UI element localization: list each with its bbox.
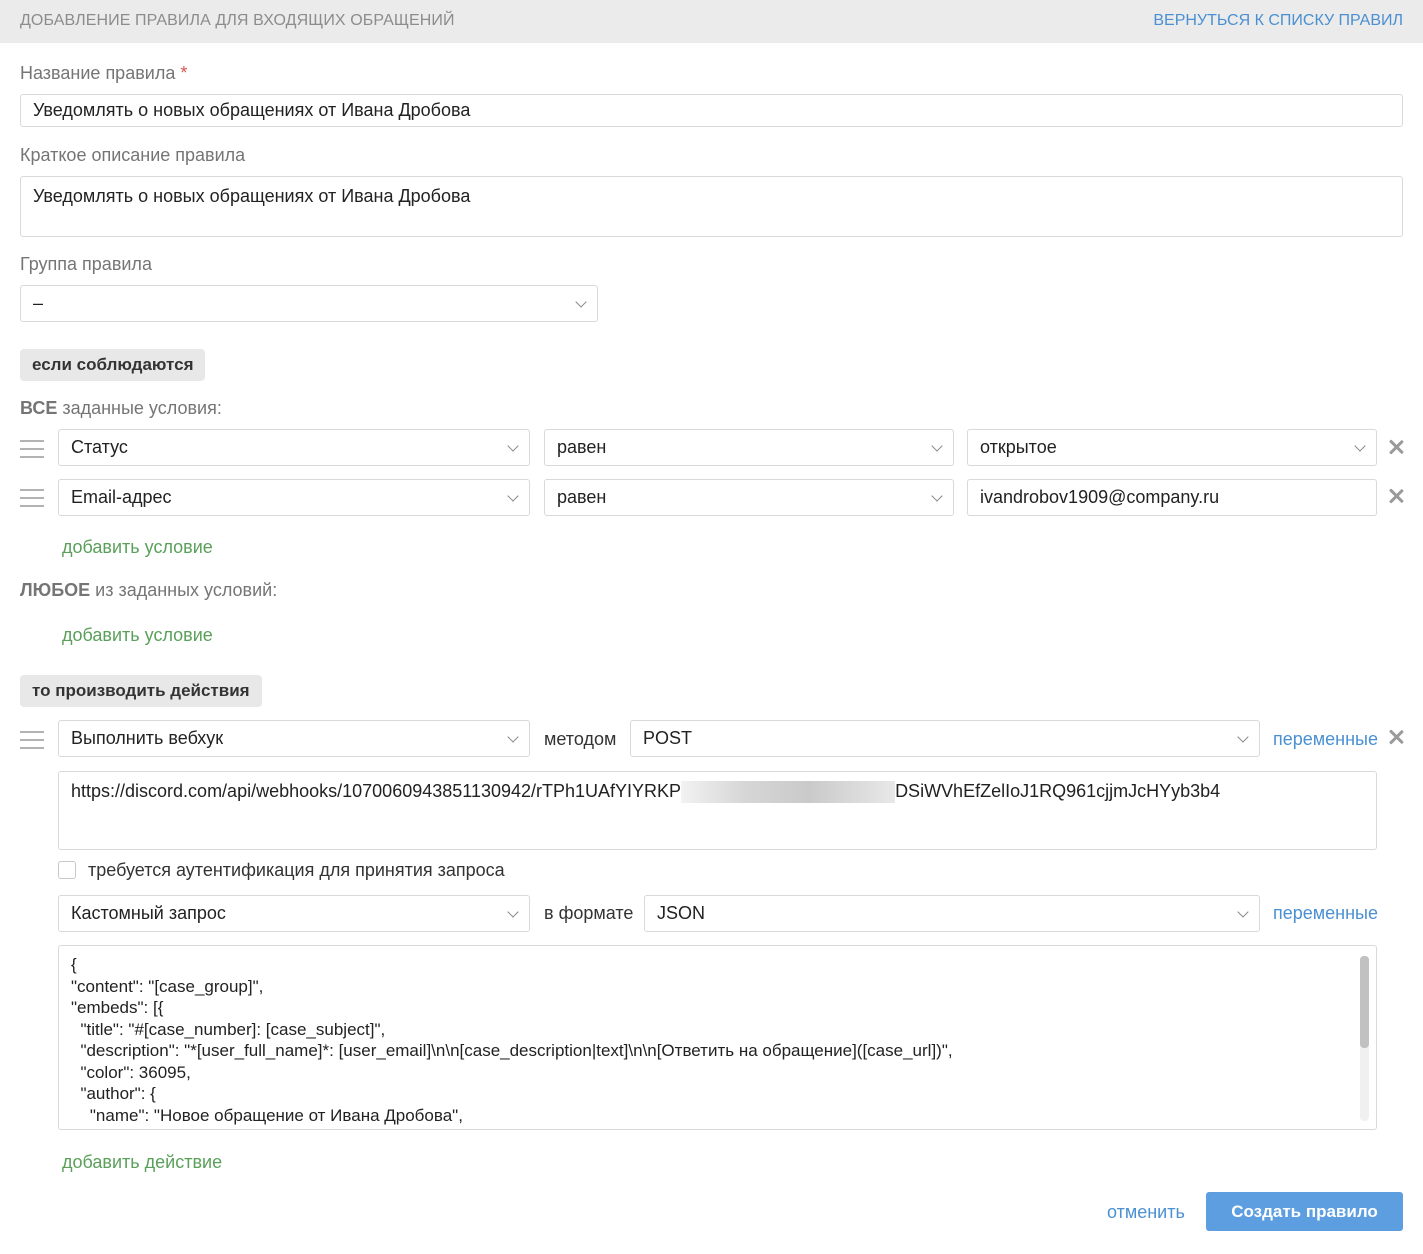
any-conditions-label: ЛЮБОЕ из заданных условий: bbox=[20, 580, 277, 601]
all-conditions-strong: ВСЕ bbox=[20, 398, 58, 418]
create-rule-button[interactable]: Создать правило bbox=[1206, 1192, 1403, 1231]
condition-value-value: открытое bbox=[980, 437, 1057, 457]
code-line: "title": "#[case_number]: [case_subject]… bbox=[71, 1019, 386, 1039]
variables-link[interactable]: переменные bbox=[1273, 903, 1378, 924]
code-line: "content": "[case_group]", bbox=[71, 976, 264, 996]
drag-handle-icon[interactable] bbox=[20, 489, 44, 509]
rule-name-value: Уведомлять о новых обращениях от Ивана Д… bbox=[33, 100, 471, 120]
condition-operator-select[interactable]: равен bbox=[544, 479, 954, 516]
condition-value-value: ivandrobov1909@company.ru bbox=[980, 487, 1220, 507]
remove-condition-icon[interactable] bbox=[1388, 488, 1404, 504]
chevron-down-icon bbox=[931, 439, 943, 452]
code-line: "embeds": [{ bbox=[71, 998, 164, 1017]
condition-value-select[interactable]: открытое bbox=[967, 429, 1377, 466]
chevron-down-icon bbox=[507, 905, 519, 918]
back-to-rules-link[interactable]: ВЕРНУТЬСЯ К СПИСКУ ПРАВИЛ bbox=[1153, 12, 1403, 30]
all-conditions-rest: заданные условия: bbox=[57, 398, 222, 418]
editor-scrollbar[interactable] bbox=[1360, 956, 1369, 1121]
method-value: POST bbox=[643, 728, 693, 748]
cancel-button[interactable]: отменить bbox=[1107, 1202, 1185, 1223]
rule-name-label-text: Название правила bbox=[20, 63, 176, 83]
rule-description-label: Краткое описание правила bbox=[20, 145, 246, 165]
rule-name-input[interactable]: Уведомлять о новых обращениях от Ивана Д… bbox=[20, 94, 1403, 127]
chevron-down-icon bbox=[507, 489, 519, 502]
rule-group-select[interactable]: – bbox=[20, 285, 598, 322]
add-condition-any-link[interactable]: добавить условие bbox=[62, 625, 213, 646]
request-type-value: Кастомный запрос bbox=[71, 903, 226, 923]
webhook-url-end: DSiWVhEfZelIoJ1RQ961cjjmJcHYyb3b4 bbox=[895, 781, 1221, 801]
chevron-down-icon bbox=[1237, 730, 1249, 743]
editor-scroll-thumb[interactable] bbox=[1360, 956, 1369, 1048]
action-type-value: Выполнить вебхук bbox=[71, 728, 224, 748]
condition-operator-value: равен bbox=[557, 437, 607, 457]
url-redacted-blur bbox=[681, 781, 896, 804]
code-line: "name": "Новое обращение от Ивана Дробов… bbox=[71, 1105, 463, 1125]
chevron-down-icon bbox=[1237, 905, 1249, 918]
add-condition-all-link[interactable]: добавить условие bbox=[62, 537, 213, 558]
rule-description-textarea[interactable]: Уведомлять о новых обращениях от Ивана Д… bbox=[20, 176, 1403, 237]
page-title: ДОБАВЛЕНИЕ ПРАВИЛА ДЛЯ ВХОДЯЩИХ ОБРАЩЕНИ… bbox=[20, 12, 455, 29]
webhook-url-textarea[interactable]: https://discord.com/api/webhooks/1070060… bbox=[58, 771, 1377, 850]
code-line: "color": 36095, bbox=[71, 1062, 191, 1082]
request-body-editor[interactable]: { "content": "[case_group]", "embeds": [… bbox=[58, 945, 1377, 1130]
format-label: в формате bbox=[544, 903, 634, 923]
all-conditions-label: ВСЕ заданные условия: bbox=[20, 398, 222, 419]
condition-field-value: Статус bbox=[71, 437, 128, 457]
page-header: ДОБАВЛЕНИЕ ПРАВИЛА ДЛЯ ВХОДЯЩИХ ОБРАЩЕНИ… bbox=[0, 0, 1423, 43]
remove-action-icon[interactable] bbox=[1388, 729, 1404, 745]
any-conditions-strong: ЛЮБОЕ bbox=[20, 580, 91, 600]
rule-description-value: Уведомлять о новых обращениях от Ивана Д… bbox=[33, 186, 471, 206]
format-value: JSON bbox=[657, 903, 706, 923]
rule-group-value: – bbox=[33, 293, 44, 313]
chevron-down-icon bbox=[507, 439, 519, 452]
drag-handle-icon[interactable] bbox=[20, 440, 44, 460]
condition-operator-value: равен bbox=[557, 487, 607, 507]
actions-section-title: то производить действия bbox=[20, 675, 262, 707]
drag-handle-icon[interactable] bbox=[20, 731, 44, 751]
condition-field-value: Email-адрес bbox=[71, 487, 172, 507]
any-conditions-rest: из заданных условий: bbox=[90, 580, 278, 600]
request-type-select[interactable]: Кастомный запрос bbox=[58, 895, 530, 932]
format-select[interactable]: JSON bbox=[644, 895, 1260, 932]
auth-required-checkbox[interactable] bbox=[58, 861, 76, 879]
chevron-down-icon bbox=[507, 730, 519, 743]
chevron-down-icon bbox=[1354, 439, 1366, 452]
action-type-select[interactable]: Выполнить вебхук bbox=[58, 720, 530, 757]
chevron-down-icon bbox=[575, 295, 587, 308]
auth-required-label: требуется аутентификация для принятия за… bbox=[88, 860, 505, 880]
add-action-link[interactable]: добавить действие bbox=[62, 1152, 222, 1173]
method-select[interactable]: POST bbox=[630, 720, 1260, 757]
variables-link[interactable]: переменные bbox=[1273, 729, 1378, 750]
rule-name-label: Название правила * bbox=[20, 63, 187, 84]
webhook-url-value: https://discord.com/api/webhooks/1070060… bbox=[71, 781, 1221, 804]
rule-group-label: Группа правила bbox=[20, 254, 152, 274]
code-line: { bbox=[71, 955, 77, 974]
method-label: методом bbox=[544, 729, 617, 749]
required-mark: * bbox=[180, 63, 188, 83]
request-body-code: { "content": "[case_group]", "embeds": [… bbox=[59, 946, 1376, 1129]
condition-field-select[interactable]: Статус bbox=[58, 429, 530, 466]
condition-field-select[interactable]: Email-адрес bbox=[58, 479, 530, 516]
remove-condition-icon[interactable] bbox=[1388, 439, 1404, 455]
code-line: "author": { bbox=[71, 1084, 156, 1103]
condition-value-input[interactable]: ivandrobov1909@company.ru bbox=[967, 479, 1377, 516]
chevron-down-icon bbox=[931, 489, 943, 502]
condition-operator-select[interactable]: равен bbox=[544, 429, 954, 466]
code-line: "description": "*[user_full_name]*: [use… bbox=[71, 1041, 953, 1060]
webhook-url-start: https://discord.com/api/webhooks/1070060… bbox=[71, 781, 682, 801]
conditions-section-title: если соблюдаются bbox=[20, 349, 206, 381]
